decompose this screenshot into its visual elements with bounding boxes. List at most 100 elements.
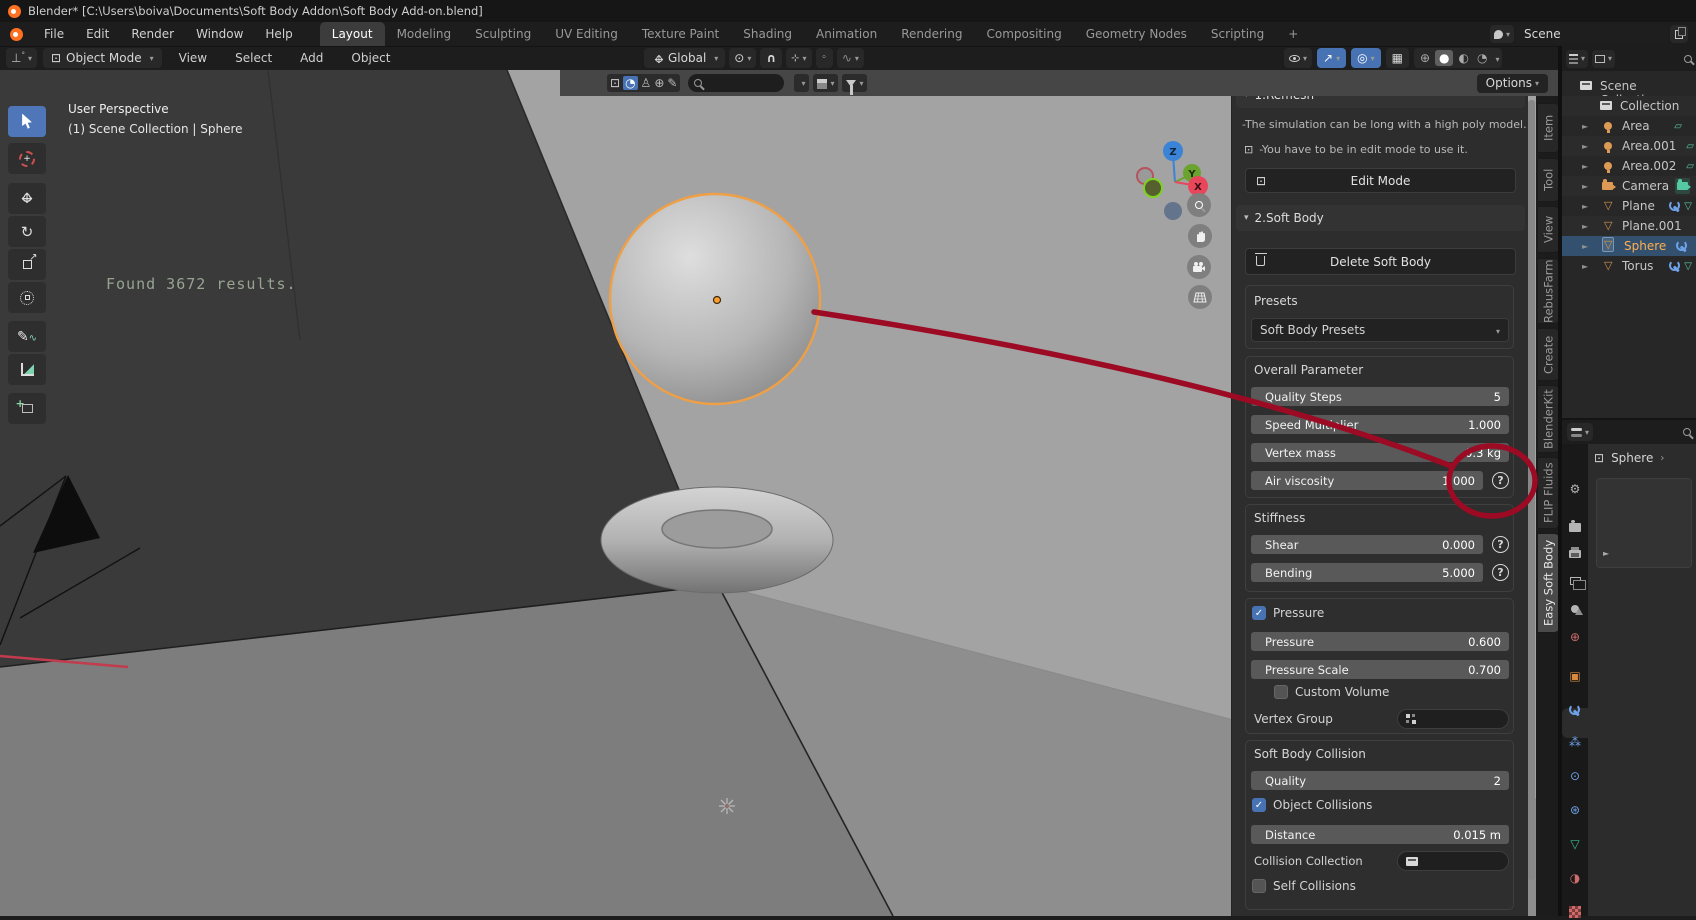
collision-quality-slider[interactable]: Quality 2	[1251, 771, 1509, 790]
menu-edit[interactable]: Edit	[75, 22, 120, 46]
air-viscosity-help-button[interactable]: ?	[1492, 472, 1509, 489]
workspace-tab-sculpting[interactable]: Sculpting	[463, 22, 543, 46]
delete-soft-body-button[interactable]: Delete Soft Body	[1245, 248, 1516, 275]
world-icon[interactable]: ⊕	[654, 76, 664, 90]
tab-data-icon[interactable]: ▽	[1567, 836, 1583, 852]
expand-icon[interactable]: ►	[1582, 142, 1588, 151]
outliner-row-scene-collection[interactable]: Scene Collection	[1562, 76, 1696, 107]
tool-annotate[interactable]: ✎∿	[8, 321, 46, 352]
tool-select-tweak[interactable]	[8, 106, 46, 137]
menu-add[interactable]: Add	[289, 46, 334, 70]
search-input[interactable]	[688, 74, 785, 92]
tab-modifiers-icon[interactable]	[1567, 702, 1583, 718]
outliner-row-plane-001[interactable]: ► ▽ Plane.001	[1562, 216, 1696, 236]
tab-world-icon[interactable]: ⊕	[1567, 629, 1583, 645]
workspace-tab-texture-paint[interactable]: Texture Paint	[630, 22, 731, 46]
snap-toggle[interactable]: ∩	[760, 48, 783, 68]
camera-view-button[interactable]	[1187, 255, 1211, 279]
light-data-icon[interactable]: ▱	[1686, 161, 1694, 172]
tool-3d-cursor[interactable]: +	[8, 143, 46, 174]
outliner-row-area-002[interactable]: ► Area.002 ▱	[1562, 156, 1696, 176]
tool-scale[interactable]: ↗	[8, 249, 46, 280]
tool-transform[interactable]	[8, 282, 46, 313]
shading-rendered-button[interactable]: ◔	[1474, 51, 1490, 65]
properties-search-icon[interactable]	[1683, 428, 1691, 436]
axis-neg-y-ball[interactable]	[1143, 178, 1163, 198]
shading-material-button[interactable]: ◐	[1455, 51, 1471, 65]
vertex-group-field[interactable]	[1397, 709, 1509, 729]
expand-icon[interactable]: ►	[1582, 122, 1588, 131]
object-collisions-checkbox[interactable]: ✓	[1252, 798, 1266, 812]
physics-person-icon[interactable]: ♙	[641, 76, 652, 90]
area-divider-horizontal[interactable]	[1562, 418, 1696, 420]
overlays-toggle[interactable]: ◎	[1351, 48, 1381, 68]
shear-slider[interactable]: Shear 0.000	[1251, 535, 1483, 554]
tab-output-icon[interactable]	[1567, 546, 1583, 562]
pressure-checkbox[interactable]: ✓	[1252, 606, 1266, 620]
properties-editor-type-button[interactable]	[1567, 423, 1594, 441]
mesh-data-icon[interactable]: ▽	[1684, 201, 1692, 212]
workspace-tab-geometry-nodes[interactable]: Geometry Nodes	[1074, 22, 1199, 46]
axis-neg-z-ball[interactable]	[1164, 202, 1182, 220]
menu-window[interactable]: Window	[185, 22, 254, 46]
distance-slider[interactable]: Distance 0.015 m	[1251, 825, 1509, 844]
object-mode-icon[interactable]: ⊡	[610, 76, 620, 90]
menu-help[interactable]: Help	[254, 22, 303, 46]
tab-material-icon[interactable]: ◑	[1567, 870, 1583, 886]
self-collisions-checkbox[interactable]	[1252, 879, 1266, 893]
tool-rotate[interactable]: ↻	[8, 216, 46, 247]
sidebar-scrollbar[interactable]	[1528, 100, 1535, 880]
orthographic-grid-button[interactable]	[1188, 285, 1212, 309]
shading-sphere-icon[interactable]: ◔	[623, 76, 638, 90]
new-scene-button[interactable]	[1670, 25, 1689, 43]
collision-collection-field[interactable]	[1397, 851, 1509, 871]
sidebar-tab-easy-soft-body[interactable]: Easy Soft Body	[1537, 533, 1559, 633]
xray-toggle[interactable]: ▦	[1385, 48, 1409, 68]
gizmos-toggle[interactable]: ↗	[1317, 48, 1347, 68]
force-field-gizmo[interactable]	[719, 798, 735, 814]
tab-tool-icon[interactable]: ⚙	[1567, 481, 1583, 497]
expand-icon[interactable]: ►	[1582, 242, 1588, 251]
tab-physics-icon[interactable]: ⊙	[1567, 768, 1583, 784]
expand-icon[interactable]: ►	[1582, 222, 1588, 231]
sphere-object[interactable]	[608, 192, 822, 406]
tool-move[interactable]: ↔ ↕	[8, 183, 46, 214]
modifier-wrench-icon[interactable]	[1669, 260, 1681, 272]
snap-target-dropdown[interactable]: ⊹	[786, 48, 812, 68]
outliner-row-plane[interactable]: ► ▽ Plane ▽	[1562, 196, 1696, 216]
sidebar-tab-create[interactable]: Create	[1537, 328, 1559, 381]
tool-add-cube[interactable]: +	[8, 393, 46, 424]
outliner-row-torus[interactable]: ► ▽ Torus ▽	[1562, 256, 1696, 276]
expand-icon[interactable]: ►	[1582, 202, 1588, 211]
shear-help-button[interactable]: ?	[1492, 536, 1509, 553]
workspace-tab-compositing[interactable]: Compositing	[974, 22, 1073, 46]
proportional-falloff-dropdown[interactable]: ∿	[836, 48, 864, 68]
custom-volume-checkbox[interactable]	[1274, 685, 1288, 699]
tab-render-icon[interactable]	[1567, 519, 1583, 535]
pressure-slider[interactable]: Pressure 0.600	[1251, 632, 1509, 651]
pan-hand-button[interactable]	[1188, 224, 1212, 248]
expand-icon[interactable]: ►	[1582, 162, 1588, 171]
shading-options-dropdown[interactable]	[1492, 51, 1499, 65]
outliner-row-collection[interactable]: Collection	[1562, 96, 1696, 116]
outliner-row-camera[interactable]: ► Camera	[1562, 176, 1696, 196]
blender-menu-icon[interactable]	[0, 22, 33, 46]
air-viscosity-slider[interactable]: Air viscosity 1.000	[1251, 471, 1483, 490]
workspace-add-button[interactable]: +	[1276, 22, 1310, 46]
menu-view[interactable]: View	[168, 46, 218, 70]
modifier-wrench-icon[interactable]	[1669, 200, 1681, 212]
menu-select[interactable]: Select	[224, 46, 283, 70]
shading-solid-button[interactable]: ●	[1435, 50, 1454, 66]
tab-view-layer-icon[interactable]	[1567, 573, 1586, 590]
tab-texture-icon[interactable]	[1567, 904, 1583, 920]
expand-icon[interactable]: ►	[1582, 262, 1588, 271]
edit-mode-button[interactable]: ⊡ Edit Mode	[1245, 168, 1516, 193]
torus-object[interactable]	[600, 486, 834, 594]
options-button[interactable]: Options	[1476, 73, 1548, 93]
tab-object-icon[interactable]: ▣	[1567, 668, 1583, 684]
object-mode-dropdown[interactable]: ⊡ Object Mode	[42, 48, 162, 68]
shading-wireframe-button[interactable]: ⊕	[1417, 51, 1433, 65]
sidebar-tab-tool[interactable]: Tool	[1537, 158, 1559, 202]
breadcrumb-object-name[interactable]: Sphere	[1611, 451, 1653, 465]
transform-orientation-dropdown[interactable]: ↔ ↕ Global	[644, 48, 726, 68]
